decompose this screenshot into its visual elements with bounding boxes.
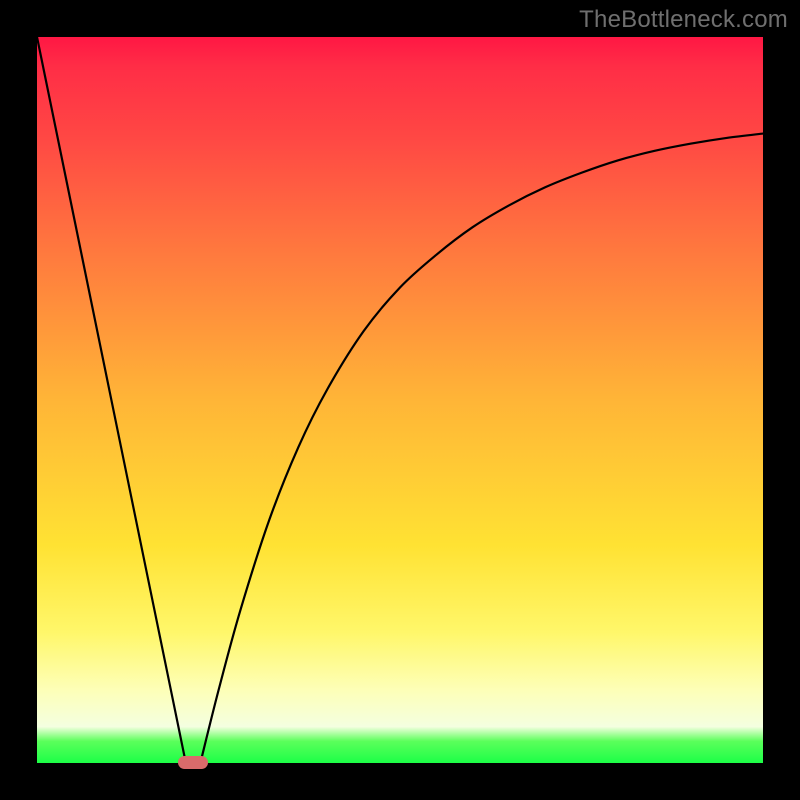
left-branch-path [37,37,186,763]
minimum-marker [178,756,208,769]
right-branch-path [200,134,763,763]
plot-area [37,37,763,763]
watermark-text: TheBottleneck.com [579,6,788,34]
curve-svg [37,37,763,763]
chart-frame: TheBottleneck.com [0,0,800,800]
